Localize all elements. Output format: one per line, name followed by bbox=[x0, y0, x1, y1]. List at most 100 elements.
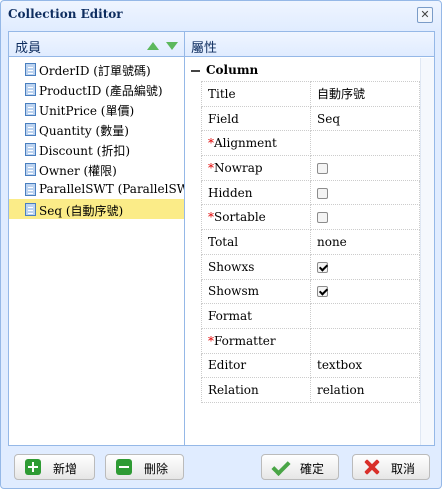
property-name-label: Relation bbox=[208, 383, 259, 398]
property-value[interactable] bbox=[310, 278, 420, 305]
arrow-down-icon[interactable] bbox=[166, 42, 178, 50]
property-name-label: Hidden bbox=[208, 185, 253, 200]
members-header-label: 成員 bbox=[15, 41, 42, 56]
property-row: *Nowrap bbox=[201, 155, 420, 181]
arrow-up-icon[interactable] bbox=[146, 42, 159, 50]
property-name: Relation bbox=[201, 377, 311, 403]
member-list: OrderID (訂單號碼) ProductID (產品編號) UnitPrice … bbox=[9, 57, 202, 219]
member-label: Quantity (數量) bbox=[39, 124, 129, 138]
column-icon bbox=[25, 203, 36, 216]
member-item[interactable]: UnitPrice (單價) bbox=[9, 99, 184, 119]
property-value[interactable] bbox=[310, 253, 420, 280]
ok-button[interactable]: 確定 bbox=[261, 454, 339, 480]
property-value[interactable] bbox=[310, 204, 420, 231]
property-name: Showxs bbox=[201, 253, 311, 280]
property-name-label: Formatter bbox=[214, 333, 276, 348]
property-row: Editor textbox bbox=[201, 352, 420, 379]
cancel-button[interactable]: 取消 bbox=[352, 454, 430, 480]
property-row: Field Seq bbox=[201, 105, 420, 132]
property-value-text: 自動序號 bbox=[317, 87, 366, 102]
property-value-text: none bbox=[317, 234, 347, 249]
property-row: Relation relation bbox=[201, 377, 420, 403]
member-item[interactable]: Discount (折扣) bbox=[9, 139, 184, 159]
property-value[interactable]: relation bbox=[310, 377, 420, 403]
close-icon[interactable]: ✕ bbox=[417, 7, 433, 23]
member-label: Seq (自動序號) bbox=[39, 204, 124, 218]
property-checkbox[interactable] bbox=[317, 162, 328, 174]
member-item[interactable]: ProductID (產品編號) bbox=[9, 79, 184, 99]
remove-button[interactable]: 刪除 bbox=[105, 454, 184, 480]
member-label: ParallelSWT (ParallelSWT) bbox=[39, 182, 202, 196]
column-icon bbox=[25, 63, 36, 76]
property-name-label: Sortable bbox=[214, 210, 266, 225]
cancel-icon bbox=[363, 459, 379, 475]
member-label: OrderID (訂單號碼) bbox=[39, 64, 151, 78]
property-name-label: Field bbox=[208, 111, 239, 126]
member-item[interactable]: ParallelSWT (ParallelSWT) bbox=[9, 179, 202, 199]
property-value[interactable] bbox=[310, 303, 420, 329]
property-name: *Alignment bbox=[201, 130, 311, 157]
property-name-label: Showxs bbox=[208, 259, 255, 274]
property-value[interactable] bbox=[310, 179, 420, 206]
column-icon bbox=[25, 83, 36, 96]
property-name: Format bbox=[201, 303, 311, 329]
column-icon bbox=[25, 163, 36, 176]
property-group-column[interactable]: Column bbox=[185, 57, 434, 81]
property-row: Format bbox=[201, 303, 420, 329]
property-name: *Formatter bbox=[201, 327, 311, 354]
property-checkbox[interactable] bbox=[317, 212, 328, 224]
properties-header: 屬性 bbox=[185, 32, 434, 57]
properties-header-label: 屬性 bbox=[191, 41, 218, 56]
property-checkbox[interactable] bbox=[317, 286, 328, 298]
property-row: *Formatter bbox=[201, 327, 420, 354]
property-value[interactable] bbox=[310, 155, 420, 181]
add-icon bbox=[25, 459, 41, 475]
remove-icon bbox=[116, 459, 132, 475]
property-row: Hidden bbox=[201, 179, 420, 206]
property-row: Showxs bbox=[201, 253, 420, 280]
remove-button-label: 刪除 bbox=[144, 462, 169, 476]
column-icon bbox=[25, 143, 36, 156]
property-checkbox[interactable] bbox=[317, 187, 328, 199]
property-name-label: Alignment bbox=[214, 136, 277, 151]
member-label: Discount (折扣) bbox=[39, 144, 131, 158]
property-value[interactable] bbox=[310, 130, 420, 157]
property-checkbox[interactable] bbox=[317, 261, 328, 273]
property-value[interactable]: 自動序號 bbox=[310, 81, 420, 107]
collapse-icon[interactable] bbox=[191, 69, 200, 72]
property-name-label: Total bbox=[208, 234, 239, 249]
property-name-label: Title bbox=[208, 86, 236, 101]
checkmark-icon bbox=[272, 459, 288, 475]
ok-button-label: 確定 bbox=[300, 462, 325, 476]
property-scrollbar[interactable] bbox=[420, 58, 434, 445]
property-row: *Alignment bbox=[201, 130, 420, 157]
property-value-text: relation bbox=[317, 383, 365, 398]
property-name: *Sortable bbox=[201, 204, 311, 231]
property-name: Showsm bbox=[201, 278, 311, 305]
property-name-label: Showsm bbox=[208, 284, 259, 299]
member-item[interactable]: Owner (權限) bbox=[9, 159, 184, 179]
property-row: Total none bbox=[201, 229, 420, 255]
member-item[interactable]: Quantity (數量) bbox=[9, 119, 184, 139]
member-label: ProductID (產品編號) bbox=[39, 84, 163, 98]
member-label: Owner (權限) bbox=[39, 164, 117, 178]
property-name-label: Nowrap bbox=[214, 160, 263, 175]
member-item[interactable]: OrderID (訂單號碼) bbox=[9, 59, 184, 79]
add-button-label: 新增 bbox=[53, 462, 78, 476]
property-value-text: Seq bbox=[317, 111, 341, 126]
property-value[interactable] bbox=[310, 327, 420, 354]
member-item[interactable]: Seq (自動序號) bbox=[9, 199, 184, 219]
add-button[interactable]: 新增 bbox=[14, 454, 95, 480]
property-value[interactable]: Seq bbox=[310, 105, 420, 132]
property-name-label: Editor bbox=[208, 358, 247, 373]
property-value[interactable]: none bbox=[310, 229, 420, 255]
property-value-text: textbox bbox=[317, 358, 363, 373]
collection-editor-dialog: Collection Editor ✕ 成員 OrderID (訂單號碼) Pro… bbox=[0, 0, 442, 489]
property-row: Title 自動序號 bbox=[201, 81, 420, 107]
property-row: Showsm bbox=[201, 278, 420, 305]
members-panel: 成員 OrderID (訂單號碼) ProductID (產品編號) UnitPri… bbox=[8, 31, 202, 446]
properties-panel: 屬性 Column Title 自動序號 Field Seq *Alignment *No… bbox=[184, 31, 435, 446]
property-value[interactable]: textbox bbox=[310, 352, 420, 379]
property-name: Title bbox=[201, 81, 311, 107]
property-name-label: Format bbox=[208, 309, 252, 324]
